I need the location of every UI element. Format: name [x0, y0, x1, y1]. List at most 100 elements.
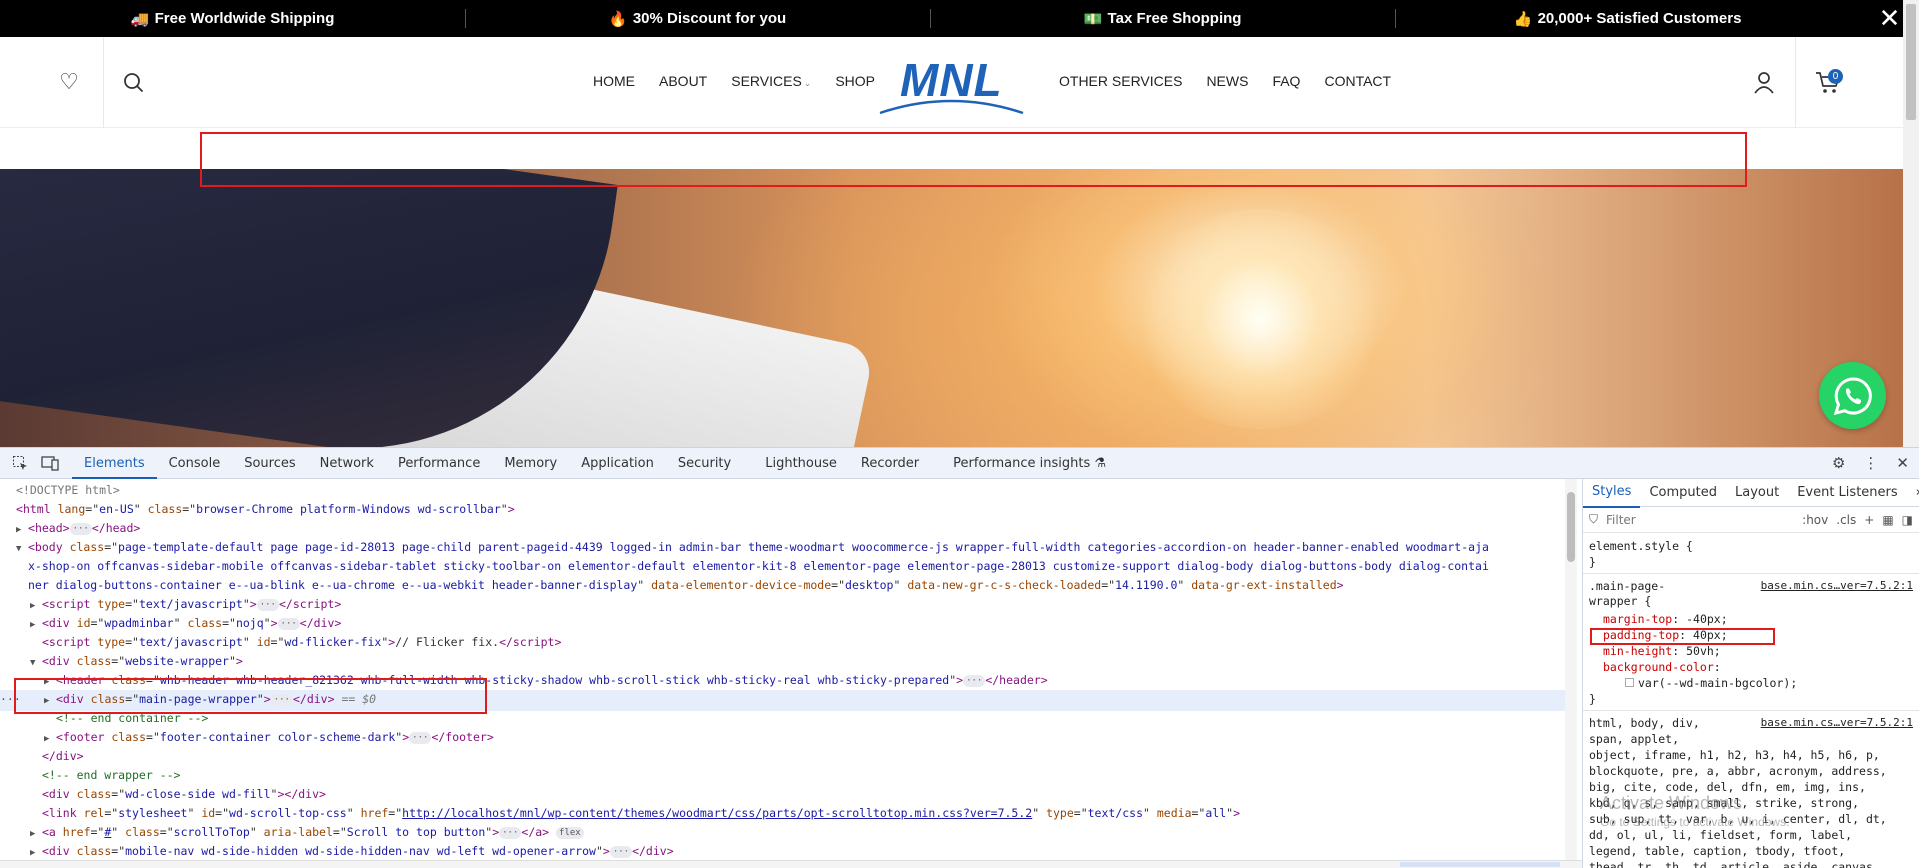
hero-banner-image — [0, 169, 1903, 447]
flex-badge[interactable]: flex — [556, 826, 584, 839]
tree-flicker-script[interactable]: <script type="text/javascript" id="wd-fl… — [42, 633, 561, 652]
tree-link[interactable]: <link rel="stylesheet" id="wd-scroll-top… — [42, 804, 1240, 823]
tab-computed[interactable]: Computed — [1640, 479, 1726, 507]
logo-swoosh — [879, 99, 1024, 115]
cls-toggle[interactable]: .cls — [1836, 513, 1856, 527]
tree-doctype[interactable]: <!DOCTYPE html> — [16, 481, 120, 500]
page-scrollbar-thumb[interactable] — [1906, 4, 1916, 120]
tab-event-listeners[interactable]: Event Listeners — [1788, 479, 1906, 507]
nav-shop[interactable]: SHOP — [835, 73, 875, 89]
tab-recorder[interactable]: Recorder — [849, 448, 931, 479]
css-property-value[interactable]: var(--wd-main-bgcolor); — [1625, 676, 1797, 690]
horizontal-scrollbar-thumb[interactable] — [1400, 862, 1560, 867]
inspect-element-icon[interactable] — [10, 453, 30, 473]
tab-memory[interactable]: Memory — [492, 448, 569, 479]
tab-layout[interactable]: Layout — [1726, 479, 1788, 507]
attr-value: ner dialog-buttons-container e--ua-blink… — [28, 578, 638, 592]
tree-wpadminbar[interactable]: ▶ <div id="wpadminbar" class="nojq"> ··· </… — [30, 614, 341, 635]
attr-value: mobile-nav wd-side-hidden wd-side-hidden… — [125, 844, 596, 858]
tab-application[interactable]: Application — [569, 448, 666, 479]
more-tabs-icon[interactable]: » — [1907, 479, 1919, 507]
tab-lighthouse[interactable]: Lighthouse — [753, 448, 849, 479]
tree-close-side[interactable]: <div class="wd-close-side wd-fill"></div… — [42, 785, 326, 804]
windows-watermark: Activate Windows — [1600, 793, 1743, 813]
tree-body-cont[interactable]: ner dialog-buttons-container e--ua-blink… — [28, 576, 1344, 595]
more-menu-icon[interactable]: ⋮ — [1863, 454, 1878, 472]
nav-news[interactable]: NEWS — [1206, 73, 1248, 89]
add-rule-icon[interactable]: + — [1864, 513, 1874, 527]
hov-toggle[interactable]: :hov — [1802, 513, 1828, 527]
rule-selector[interactable]: dd, ol, ul, li, fieldset, form, label, — [1589, 828, 1852, 842]
rule-selector[interactable]: blockquote, pre, a, abbr, acronym, addre… — [1589, 764, 1887, 778]
tree-html[interactable]: <html lang="en-US" class="browser-Chrome… — [16, 500, 515, 519]
rule-selector[interactable]: thead, tr, th, td, article, aside, canva… — [1589, 860, 1880, 868]
ellipsis-icon[interactable]: ··· — [963, 674, 986, 687]
styles-filter-bar: ⛉ Filter :hov .cls + ▦ ◨ — [1583, 507, 1919, 533]
element-style-rule[interactable]: element.style { — [1589, 539, 1693, 553]
tree-body[interactable]: ▼ <body class="page-template-default page… — [16, 538, 1489, 559]
paint-icon[interactable]: ▦ — [1882, 513, 1893, 527]
tab-label: Performance insights — [953, 455, 1091, 471]
ellipsis-icon[interactable]: ··· — [409, 731, 432, 744]
announcement-text: 20,000+ Satisfied Customers — [1537, 10, 1742, 27]
tree-head[interactable]: ▶ <head> ··· </head> — [16, 519, 140, 540]
nav-other-services[interactable]: OTHER SERVICES — [1059, 73, 1182, 89]
color-swatch-icon[interactable] — [1625, 678, 1634, 687]
tab-elements[interactable]: Elements — [72, 448, 157, 479]
rule-source-link[interactable]: base.min.cs…ver=7.5.2:1 — [1761, 579, 1913, 592]
search-icon[interactable] — [120, 69, 148, 97]
css-property[interactable]: background-color: — [1603, 660, 1721, 674]
elements-scrollbar-thumb[interactable] — [1567, 492, 1575, 562]
highlight-box-selected-node — [14, 678, 487, 714]
nav-services[interactable]: SERVICES ⌄ — [731, 73, 811, 89]
css-property[interactable]: min-height: 50vh; — [1603, 644, 1721, 658]
tab-network[interactable]: Network — [308, 448, 386, 479]
ellipsis-icon[interactable]: ··· — [69, 522, 92, 535]
tree-comment[interactable]: <!-- end wrapper --> — [42, 766, 180, 785]
ellipsis-icon[interactable]: ··· — [499, 826, 522, 839]
attr-value: 14.1190.0 — [1115, 578, 1178, 592]
tree-footer[interactable]: ▶ <footer class="footer-container color-s… — [44, 728, 494, 749]
site-logo[interactable]: MNL — [878, 51, 1025, 115]
css-property[interactable]: margin-top: -40px; — [1603, 612, 1728, 626]
rule-selector[interactable]: html, body, div, — [1589, 716, 1700, 730]
tab-console[interactable]: Console — [157, 448, 233, 479]
tree-close-div[interactable]: </div> — [42, 747, 84, 766]
tree-body-cont[interactable]: x-shop-on offcanvas-sidebar-mobile offca… — [28, 557, 1489, 576]
whatsapp-button[interactable] — [1819, 362, 1886, 429]
tab-security[interactable]: Security — [666, 448, 743, 479]
ellipsis-icon[interactable]: ··· — [277, 617, 300, 630]
rule-selector[interactable]: object, iframe, h1, h2, h3, h4, h5, h6, … — [1589, 748, 1880, 762]
rule-selector[interactable]: .main-page- — [1589, 579, 1665, 593]
elements-tree[interactable]: <!DOCTYPE html> <html lang="en-US" class… — [0, 479, 1565, 868]
user-account-icon[interactable] — [1751, 69, 1777, 95]
tab-performance[interactable]: Performance — [386, 448, 492, 479]
filter-input[interactable]: Filter — [1606, 513, 1794, 527]
rule-selector[interactable]: wrapper { — [1589, 594, 1651, 608]
link-href[interactable]: http://localhost/mnl/wp-content/themes/w… — [402, 806, 1032, 820]
nav-home[interactable]: HOME — [593, 73, 635, 89]
elements-horizontal-scrollbar[interactable] — [0, 860, 1582, 868]
attr-value: text/javascript — [138, 597, 243, 611]
tree-script[interactable]: ▶ <script type="text/javascript"> ··· </scr… — [30, 595, 341, 616]
rule-selector[interactable]: legend, table, caption, tbody, tfoot, — [1589, 844, 1845, 858]
tree-scroll-top[interactable]: ▶ <a href="#" class="scrollToTop" aria-la… — [30, 823, 584, 844]
nav-faq[interactable]: FAQ — [1272, 73, 1300, 89]
tab-sources[interactable]: Sources — [232, 448, 307, 479]
rule-source-link[interactable]: base.min.cs…ver=7.5.2:1 — [1761, 716, 1913, 729]
ellipsis-icon[interactable]: ··· — [256, 598, 279, 611]
gear-icon[interactable]: ⚙ — [1832, 454, 1845, 472]
tab-styles[interactable]: Styles — [1583, 479, 1641, 508]
ellipsis-icon[interactable]: ··· — [609, 845, 633, 858]
tree-website-wrapper[interactable]: ▼ <div class="website-wrapper"> — [30, 652, 243, 673]
rule-selector[interactable]: span, applet, — [1589, 732, 1679, 746]
device-toolbar-icon[interactable] — [40, 453, 60, 473]
rule-selector[interactable]: big, cite, code, del, dfn, em, img, ins, — [1589, 780, 1866, 794]
nav-contact[interactable]: CONTACT — [1324, 73, 1391, 89]
close-icon[interactable]: ✕ — [1896, 454, 1909, 472]
sidebar-toggle-icon[interactable]: ◨ — [1902, 513, 1913, 527]
tag-name: html — [22, 502, 51, 516]
tab-performance-insights[interactable]: Performance insights ⚗ — [941, 448, 1118, 479]
nav-about[interactable]: ABOUT — [659, 73, 707, 89]
wishlist-heart-icon[interactable]: ♡ — [55, 69, 83, 97]
